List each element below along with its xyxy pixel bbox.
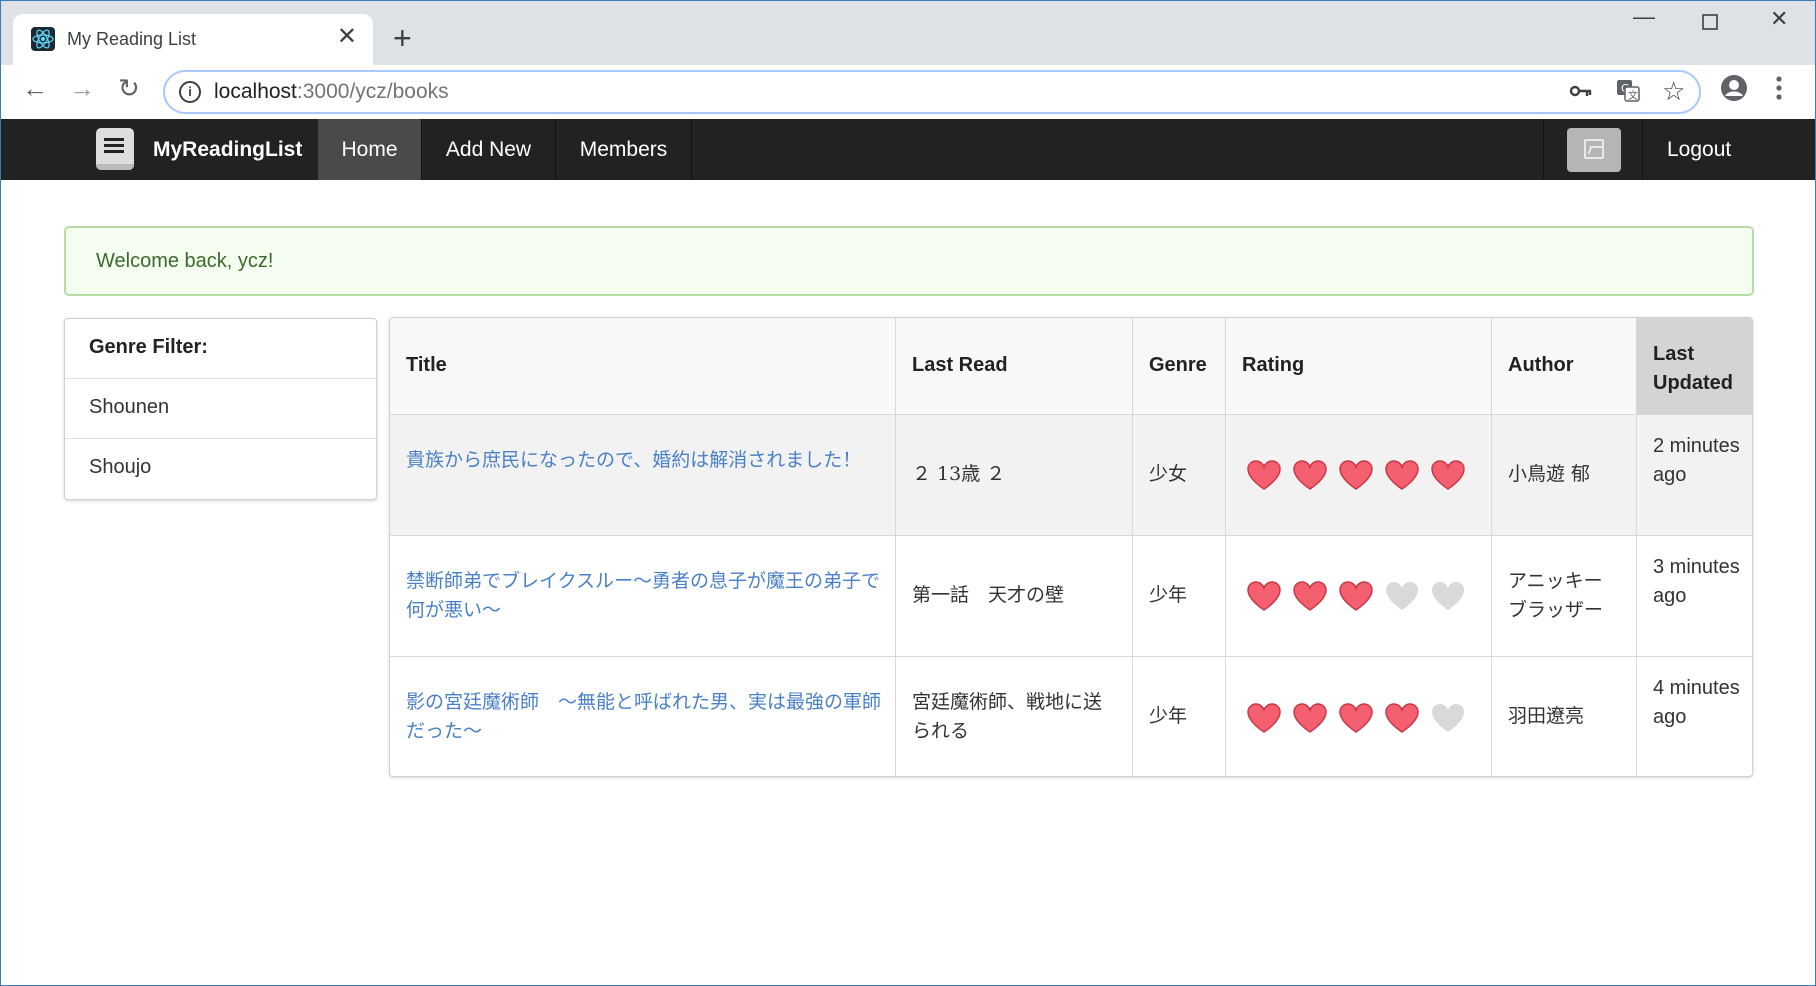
nav-home[interactable]: Home xyxy=(318,119,422,180)
heart-filled-icon[interactable] xyxy=(1292,580,1328,612)
genre-cell: 少年 xyxy=(1133,536,1226,657)
genre-option-shounen[interactable]: Shounen xyxy=(65,379,376,439)
browser-toolbar: ← → ↻ i localhost:3000/ycz/books G文 ☆ xyxy=(0,65,1816,119)
heart-filled-icon[interactable] xyxy=(1338,580,1374,612)
rating-cell xyxy=(1226,415,1492,536)
author-text: 小鳥遊 郁 xyxy=(1508,463,1591,485)
author-text: 羽田遼亮 xyxy=(1508,705,1585,727)
last-read-text: 宮廷魔術師、戦地に送られる xyxy=(912,691,1103,742)
heart-filled-icon[interactable] xyxy=(1246,702,1282,734)
table-row: 禁断師弟でブレイクスルー～勇者の息子が魔王の弟子で何が悪い～ xyxy=(390,536,896,657)
address-bar[interactable]: i localhost:3000/ycz/books G文 ☆ xyxy=(163,70,1701,114)
nav-add-new[interactable]: Add New xyxy=(422,119,556,180)
author-cell: 羽田遼亮 xyxy=(1492,657,1637,776)
user-avatar-menu[interactable] xyxy=(1543,119,1643,180)
heart-filled-icon[interactable] xyxy=(1430,459,1466,491)
reload-icon[interactable]: ↻ xyxy=(118,75,140,101)
avatar[interactable] xyxy=(1567,128,1621,172)
last-read-text: ２ 13歳 ２ xyxy=(912,463,1006,485)
heart-filled-icon[interactable] xyxy=(1338,702,1374,734)
heart-filled-icon[interactable] xyxy=(1384,702,1420,734)
last-updated-text: 4 minutes ago xyxy=(1653,677,1740,728)
alert-message: Welcome back, ycz! xyxy=(96,250,274,272)
heart-filled-icon[interactable] xyxy=(1246,580,1282,612)
genre-text: 少年 xyxy=(1149,584,1188,606)
author-text: アニッキー ブラッザー xyxy=(1508,570,1604,621)
genre-cell: 少年 xyxy=(1133,657,1226,776)
react-favicon-icon xyxy=(31,27,55,51)
heart-empty-icon[interactable] xyxy=(1430,580,1466,612)
star-icon[interactable]: ☆ xyxy=(1662,78,1685,104)
author-cell: 小鳥遊 郁 xyxy=(1492,415,1637,536)
table-row: 貴族から庶民になったので、婚約は解消されました！ xyxy=(390,415,896,536)
genre-filter-panel: Genre Filter: Shounen Shoujo xyxy=(64,318,377,500)
new-tab-icon[interactable]: + xyxy=(393,22,412,54)
heart-filled-icon[interactable] xyxy=(1384,459,1420,491)
nav-members[interactable]: Members xyxy=(556,119,692,180)
info-icon[interactable]: i xyxy=(179,81,201,103)
rating-cell xyxy=(1226,657,1492,776)
column-header-last-updated[interactable]: Last Updated xyxy=(1637,318,1752,415)
genre-option-shoujo[interactable]: Shoujo xyxy=(65,439,376,499)
book-title-link[interactable]: 貴族から庶民になったので、婚約は解消されました！ xyxy=(406,446,881,475)
heart-filled-icon[interactable] xyxy=(1292,459,1328,491)
books-table: Title Last Read Genre Rating Author Last… xyxy=(389,317,1753,777)
book-icon[interactable] xyxy=(96,128,134,170)
heart-filled-icon[interactable] xyxy=(1338,459,1374,491)
maximize-icon[interactable] xyxy=(1702,12,1718,34)
last-updated-cell: 3 minutes ago xyxy=(1637,536,1752,657)
arrow-right-icon[interactable]: → xyxy=(69,75,95,101)
book-title-link[interactable]: 影の宮廷魔術師 ～無能と呼ばれた男、実は最強の軍師だった～ xyxy=(406,688,881,746)
heart-rating[interactable] xyxy=(1246,536,1466,656)
last-updated-text: 2 minutes ago xyxy=(1653,435,1740,486)
genre-text: 少女 xyxy=(1149,463,1188,485)
last-read-cell: 第一話 天才の壁 xyxy=(896,536,1133,657)
brand-link[interactable]: MyReadingList xyxy=(153,138,302,162)
app-navbar: MyReadingList Home Add New Members Logou… xyxy=(1,119,1815,180)
heart-empty-icon[interactable] xyxy=(1384,580,1420,612)
last-updated-cell: 2 minutes ago xyxy=(1637,415,1752,536)
kebab-menu-icon[interactable] xyxy=(1775,75,1783,105)
tab-title: My Reading List xyxy=(67,29,197,49)
last-updated-cell: 4 minutes ago xyxy=(1637,657,1752,776)
genre-filter-title: Genre Filter: xyxy=(65,319,376,379)
last-updated-text: 3 minutes ago xyxy=(1653,556,1740,607)
profile-icon[interactable] xyxy=(1720,74,1748,106)
svg-text:文: 文 xyxy=(1628,89,1638,102)
browser-tab[interactable]: My Reading List ✕ xyxy=(13,14,373,65)
column-header-genre[interactable]: Genre xyxy=(1133,318,1226,415)
image-placeholder-icon xyxy=(1584,139,1604,159)
logout-link[interactable]: Logout xyxy=(1667,138,1731,162)
last-read-cell: ２ 13歳 ２ xyxy=(896,415,1133,536)
column-header-title[interactable]: Title xyxy=(390,318,896,415)
genre-text: 少年 xyxy=(1149,705,1188,727)
genre-cell: 少女 xyxy=(1133,415,1226,536)
heart-filled-icon[interactable] xyxy=(1246,459,1282,491)
last-read-cell: 宮廷魔術師、戦地に送られる xyxy=(896,657,1133,776)
rating-cell xyxy=(1226,536,1492,657)
translate-icon[interactable]: G文 xyxy=(1616,79,1640,107)
arrow-left-icon[interactable]: ← xyxy=(22,75,48,101)
url-text[interactable]: localhost:3000/ycz/books xyxy=(214,80,449,104)
tab-close-icon[interactable]: ✕ xyxy=(337,25,357,49)
welcome-alert: Welcome back, ycz! xyxy=(64,226,1754,296)
author-cell: アニッキー ブラッザー xyxy=(1492,536,1637,657)
column-header-author[interactable]: Author xyxy=(1492,318,1637,415)
minimize-icon[interactable]: — xyxy=(1633,6,1655,28)
heart-empty-icon[interactable] xyxy=(1430,702,1466,734)
table-row: 影の宮廷魔術師 ～無能と呼ばれた男、実は最強の軍師だった～ xyxy=(390,657,896,776)
key-icon[interactable] xyxy=(1569,81,1592,102)
book-title-link[interactable]: 禁断師弟でブレイクスルー～勇者の息子が魔王の弟子で何が悪い～ xyxy=(406,567,881,625)
tab-strip: My Reading List ✕ + — ✕ xyxy=(0,0,1816,65)
close-window-icon[interactable]: ✕ xyxy=(1770,8,1788,30)
heart-rating[interactable] xyxy=(1246,657,1466,776)
heart-filled-icon[interactable] xyxy=(1292,702,1328,734)
column-header-last-read[interactable]: Last Read xyxy=(896,318,1133,415)
heart-rating[interactable] xyxy=(1246,415,1466,535)
last-read-text: 第一話 天才の壁 xyxy=(912,584,1065,606)
column-header-rating[interactable]: Rating xyxy=(1226,318,1492,415)
